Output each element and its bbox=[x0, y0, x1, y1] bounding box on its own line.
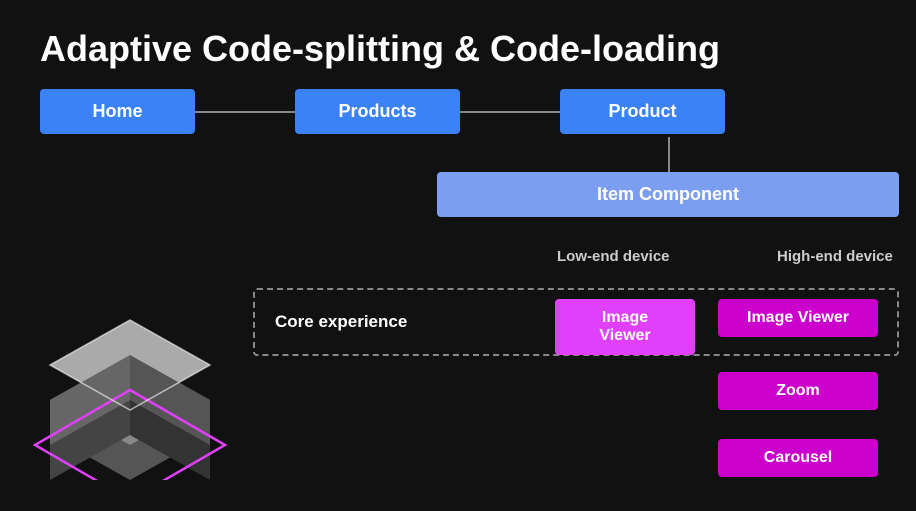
nav-product[interactable]: Product bbox=[560, 89, 725, 134]
item-component-box: Item Component bbox=[437, 172, 899, 217]
nav-products[interactable]: Products bbox=[295, 89, 460, 134]
high-end-device-label: High-end device bbox=[777, 248, 893, 265]
low-end-device-label: Low-end device bbox=[557, 248, 670, 265]
connector-vertical bbox=[668, 137, 670, 172]
image-viewer-low[interactable]: Image Viewer bbox=[555, 299, 695, 355]
logo-area bbox=[20, 290, 240, 470]
core-experience-label: Core experience bbox=[275, 312, 407, 332]
connector-products-product bbox=[460, 111, 560, 113]
nav-row: Home Products Product bbox=[40, 89, 725, 134]
carousel-box[interactable]: Carousel bbox=[718, 439, 878, 477]
connector-home-products bbox=[195, 111, 295, 113]
stack-icon bbox=[20, 290, 240, 480]
image-viewer-high[interactable]: Image Viewer bbox=[718, 299, 878, 337]
zoom-box[interactable]: Zoom bbox=[718, 372, 878, 410]
nav-home[interactable]: Home bbox=[40, 89, 195, 134]
page-title: Adaptive Code-splitting & Code-loading bbox=[40, 28, 720, 70]
